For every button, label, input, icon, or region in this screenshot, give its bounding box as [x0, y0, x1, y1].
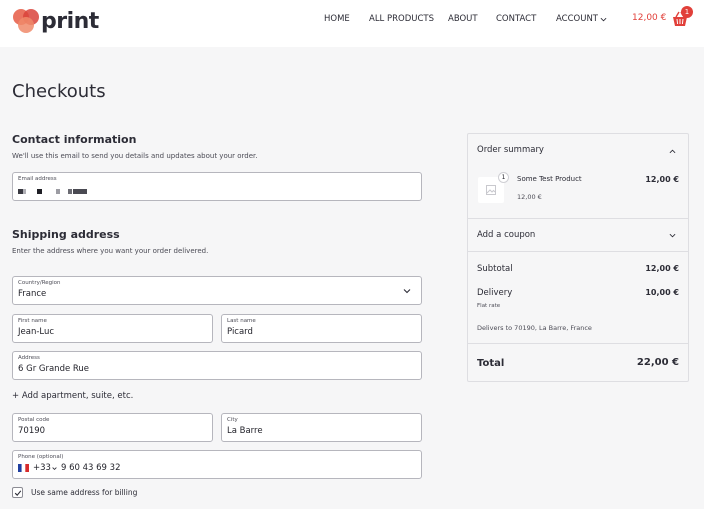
country-select[interactable]: Country/Region France	[12, 276, 422, 305]
contact-section-subtitle: We'll use this email to send you details…	[12, 152, 258, 160]
last-name-value: Picard	[227, 327, 253, 337]
site-header: print HOME ALL PRODUCTS ABOUT CONTACT AC…	[0, 0, 704, 47]
phone-country-code[interactable]: +33	[33, 463, 51, 473]
email-field-label: Email address	[18, 176, 57, 182]
billing-same-checkbox[interactable]	[12, 487, 23, 498]
nav-account[interactable]: ACCOUNT	[556, 14, 598, 24]
total-value: 22,00 €	[636, 357, 679, 368]
item-unit-price: 12,00 €	[517, 193, 542, 201]
nav-home[interactable]: HOME	[324, 14, 350, 24]
order-summary-panel: Order summary 1 Some Test Product 12,00 …	[467, 133, 689, 382]
delivery-label: Delivery	[477, 288, 513, 298]
divider	[468, 343, 688, 344]
billing-same-label[interactable]: Use same address for billing	[31, 488, 137, 497]
city-field[interactable]: City La Barre	[221, 413, 422, 442]
city-value: La Barre	[227, 426, 263, 436]
first-name-field[interactable]: First name Jean-Luc	[12, 314, 213, 343]
first-name-label: First name	[18, 318, 47, 324]
divider	[468, 218, 688, 219]
nav-contact[interactable]: CONTACT	[496, 14, 536, 24]
chevron-down-icon[interactable]	[600, 16, 607, 23]
contact-section-title: Contact information	[12, 133, 137, 146]
order-summary-title[interactable]: Order summary	[477, 145, 544, 155]
item-quantity-badge: 1	[498, 172, 509, 183]
subtotal-value: 12,00 €	[645, 264, 679, 273]
divider	[468, 251, 688, 252]
shipping-section-subtitle: Enter the address where you want your or…	[12, 247, 209, 255]
address-field[interactable]: Address 6 Gr Grande Rue	[12, 351, 422, 380]
shipping-section-title: Shipping address	[12, 228, 120, 241]
country-label: Country/Region	[18, 280, 61, 286]
nav-all-products[interactable]: ALL PRODUCTS	[369, 14, 434, 24]
phone-label: Phone (optional)	[18, 454, 64, 460]
total-label: Total	[477, 358, 505, 369]
nav-about[interactable]: ABOUT	[448, 14, 478, 24]
address-value: 6 Gr Grande Rue	[18, 364, 90, 374]
page-title: Checkouts	[12, 81, 106, 102]
item-name: Some Test Product	[517, 175, 582, 183]
delivery-value: 10,00 €	[645, 288, 679, 297]
add-coupon-toggle[interactable]: Add a coupon	[477, 230, 535, 240]
email-field[interactable]: Email address	[12, 172, 422, 201]
last-name-field[interactable]: Last name Picard	[221, 314, 422, 343]
checkmark-icon	[14, 490, 22, 497]
chevron-down-icon[interactable]	[52, 466, 57, 471]
delivers-to: Delivers to 70190, La Barre, France	[477, 324, 592, 332]
postal-code-field[interactable]: Postal code 70190	[12, 413, 213, 442]
france-flag-icon[interactable]	[18, 464, 29, 472]
phone-number-value: 9 60 43 69 32	[61, 463, 121, 473]
add-apartment-link[interactable]: + Add apartment, suite, etc.	[12, 391, 133, 401]
first-name-value: Jean-Luc	[18, 327, 55, 337]
chevron-down-icon	[403, 289, 411, 294]
main-nav: HOME ALL PRODUCTS ABOUT CONTACT ACCOUNT	[0, 14, 704, 28]
cart-count-badge: 1	[681, 6, 693, 18]
postal-code-value: 70190	[18, 426, 46, 436]
country-value: France	[18, 289, 47, 299]
chevron-down-icon[interactable]	[669, 232, 676, 239]
postal-code-label: Postal code	[18, 417, 50, 423]
chevron-up-icon[interactable]	[669, 148, 676, 155]
last-name-label: Last name	[227, 318, 256, 324]
subtotal-label: Subtotal	[477, 264, 513, 274]
item-total: 12,00 €	[645, 175, 679, 184]
address-label: Address	[18, 355, 40, 361]
phone-field[interactable]: Phone (optional) +33 9 60 43 69 32	[12, 450, 422, 479]
delivery-method: Flat rate	[477, 303, 501, 309]
cart-total[interactable]: 12,00 €	[632, 13, 666, 23]
redacted-email-value	[18, 189, 87, 194]
image-placeholder-icon	[486, 185, 496, 195]
city-label: City	[227, 417, 238, 423]
